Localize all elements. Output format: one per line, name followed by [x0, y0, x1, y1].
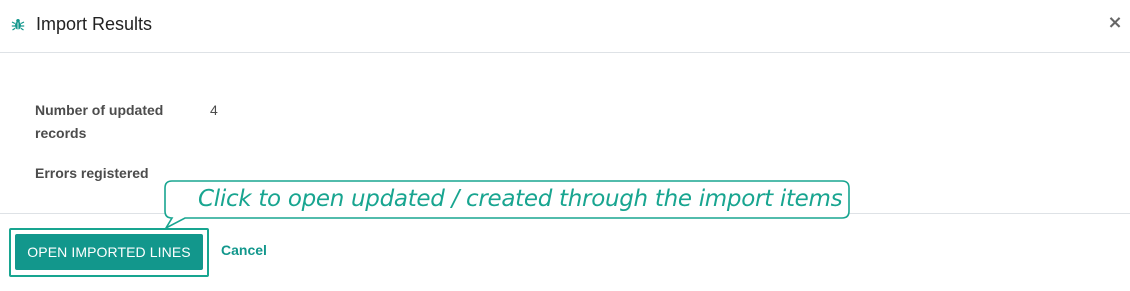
updated-records-value: 4: [210, 102, 218, 118]
updated-records-label: Number of updated records: [35, 102, 164, 141]
cancel-button[interactable]: Cancel: [221, 242, 267, 258]
dialog-header: Import Results ×: [0, 0, 1130, 53]
import-results-dialog: Import Results × Number of updated recor…: [0, 0, 1130, 291]
open-imported-lines-button[interactable]: OPEN IMPORTED LINES: [15, 234, 203, 270]
bug-icon: [11, 19, 25, 31]
dialog-title: Import Results: [36, 14, 153, 34]
callout-text: Click to open updated / created through …: [198, 186, 843, 212]
close-button[interactable]: ×: [1106, 12, 1124, 34]
errors-registered-label: Errors registered: [35, 165, 149, 181]
